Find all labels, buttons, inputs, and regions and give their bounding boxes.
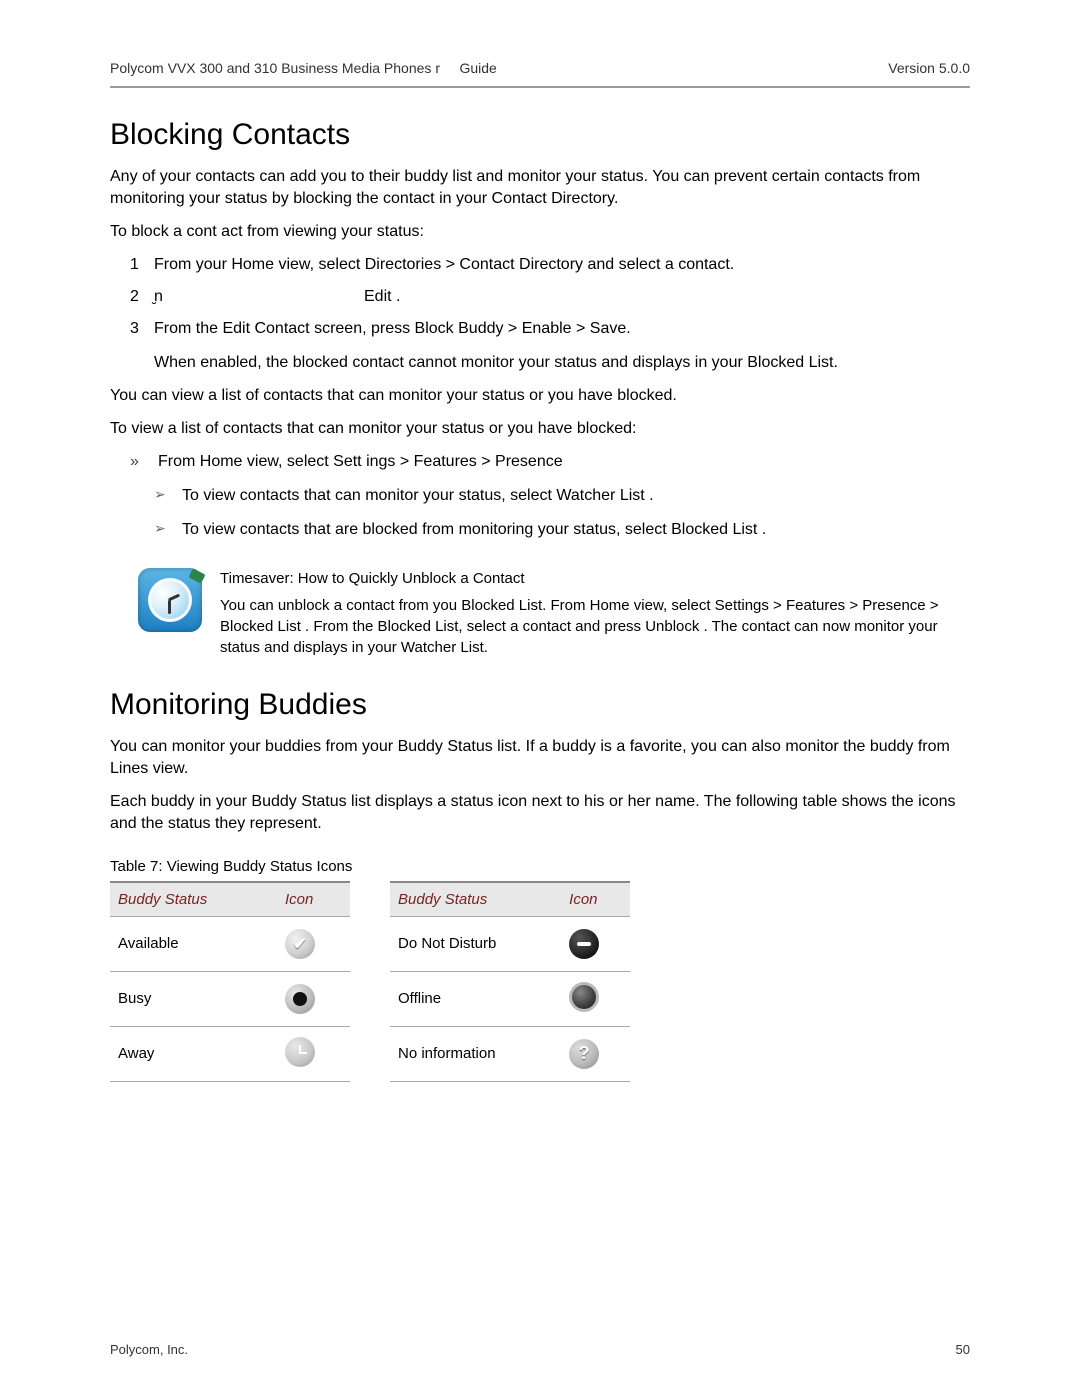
step-text: From your Home view, select Directories … bbox=[154, 253, 970, 277]
page-header: Polycom VVX 300 and 310 Business Media P… bbox=[110, 60, 970, 76]
status-dnd-icon bbox=[569, 929, 599, 959]
section-title-blocking: Blocking Contacts bbox=[110, 118, 970, 152]
col-icon: Icon bbox=[277, 882, 350, 917]
table-row: No information bbox=[390, 1026, 630, 1081]
callout-timesaver: Timesaver: How to Quickly Unblock a Cont… bbox=[138, 568, 970, 658]
step-text: ̮n Edit . bbox=[154, 285, 970, 309]
footer-page-number: 50 bbox=[956, 1342, 970, 1357]
step-number: 3 bbox=[130, 317, 154, 375]
page-footer: Polycom, Inc. 50 bbox=[110, 1342, 970, 1357]
callout-body: You can unblock a contact from you Block… bbox=[220, 597, 939, 656]
status-cell: No information bbox=[390, 1026, 561, 1081]
sub-bullet-text: To view contacts that are blocked from m… bbox=[182, 518, 766, 542]
version-label: Version 5.0.0 bbox=[888, 60, 970, 76]
step-number: 1 bbox=[130, 253, 154, 277]
status-cell: Do Not Disturb bbox=[390, 916, 561, 971]
footer-company: Polycom, Inc. bbox=[110, 1342, 188, 1357]
step-3: 3 From the Edit Contact screen, press Bl… bbox=[130, 317, 970, 375]
col-status: Buddy Status bbox=[110, 882, 277, 917]
status-available-icon bbox=[285, 929, 315, 959]
intro-paragraph: Any of your contacts can add you to thei… bbox=[110, 166, 970, 211]
status-busy-icon bbox=[285, 984, 315, 1014]
to-view-label: To view a list of contacts that can moni… bbox=[110, 418, 970, 440]
section-title-monitoring: Monitoring Buddies bbox=[110, 688, 970, 722]
sub-bullet-2: ➢ To view contacts that are blocked from… bbox=[154, 518, 970, 542]
sub-bullet-text: To view contacts that can monitor your s… bbox=[182, 484, 654, 508]
callout-title: Timesaver: How to Quickly Unblock a Cont… bbox=[220, 568, 970, 589]
monitor-p1: You can monitor your buddies from your B… bbox=[110, 736, 970, 781]
can-view-paragraph: You can view a list of contacts that can… bbox=[110, 385, 970, 407]
table-row: Do Not Disturb bbox=[390, 916, 630, 971]
monitor-p2: Each buddy in your Buddy Status list dis… bbox=[110, 791, 970, 836]
sub-bullet-1: ➢ To view contacts that can monitor your… bbox=[154, 484, 970, 508]
status-offline-icon bbox=[569, 982, 599, 1012]
step-2-fragment-b: Edit . bbox=[364, 285, 400, 309]
bullet-main: » From Home view, select Sett ings > Fea… bbox=[130, 450, 970, 474]
tri-marker: ➢ bbox=[154, 518, 182, 542]
step-1: 1 From your Home view, select Directorie… bbox=[130, 253, 970, 277]
bullet-text: From Home view, select Sett ings > Featu… bbox=[158, 450, 563, 474]
status-table-right: Buddy Status Icon Do Not Disturb Offline… bbox=[390, 881, 630, 1082]
table-row: Away bbox=[110, 1026, 350, 1081]
bullet-marker: » bbox=[130, 450, 158, 474]
header-divider bbox=[110, 86, 970, 88]
doc-guide-label: Guide bbox=[459, 60, 496, 76]
step-3-note: When enabled, the blocked contact cannot… bbox=[154, 351, 970, 375]
step-2-fragment-a: ̮n bbox=[154, 285, 364, 309]
status-cell: Offline bbox=[390, 971, 561, 1026]
table-caption: Table 7: Viewing Buddy Status Icons bbox=[110, 858, 970, 875]
status-table-left: Buddy Status Icon Available Busy Away bbox=[110, 881, 350, 1082]
status-away-icon bbox=[285, 1037, 315, 1067]
status-cell: Away bbox=[110, 1026, 277, 1081]
col-status: Buddy Status bbox=[390, 882, 561, 917]
to-block-label: To block a cont act from viewing your st… bbox=[110, 221, 970, 243]
table-row: Offline bbox=[390, 971, 630, 1026]
table-row: Available bbox=[110, 916, 350, 971]
status-cell: Available bbox=[110, 916, 277, 971]
status-cell: Busy bbox=[110, 971, 277, 1026]
step-text: From the Edit Contact screen, press Bloc… bbox=[154, 317, 970, 375]
doc-title: Polycom VVX 300 and 310 Business Media P… bbox=[110, 60, 431, 76]
step-number: 2 bbox=[130, 285, 154, 309]
step-2: 2 ̮n Edit . bbox=[130, 285, 970, 309]
clock-timesaver-icon bbox=[138, 568, 202, 632]
table-row: Busy bbox=[110, 971, 350, 1026]
doc-title-fragment: r bbox=[435, 60, 440, 76]
status-noinfo-icon bbox=[569, 1039, 599, 1069]
tri-marker: ➢ bbox=[154, 484, 182, 508]
col-icon: Icon bbox=[561, 882, 630, 917]
status-tables: Buddy Status Icon Available Busy Away Bu… bbox=[110, 881, 970, 1082]
